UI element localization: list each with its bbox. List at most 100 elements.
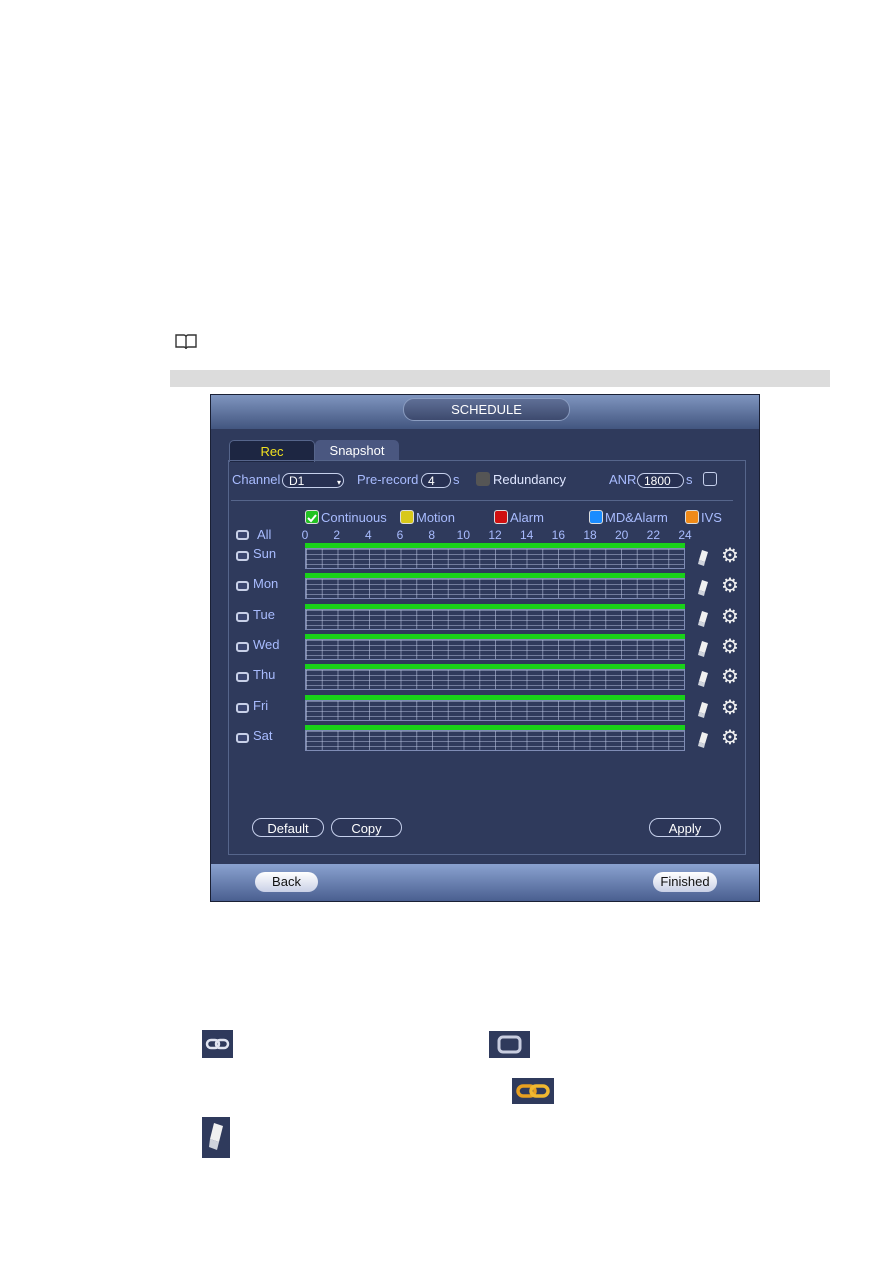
all-select-icon[interactable] [236, 530, 249, 540]
apply-button[interactable]: Apply [649, 818, 721, 837]
pencil-icon[interactable] [695, 730, 711, 750]
time-cells[interactable] [305, 578, 685, 600]
day-label: Wed [253, 636, 280, 652]
time-cells[interactable] [305, 608, 685, 630]
legend-label: Continuous [321, 510, 387, 525]
gear-icon[interactable]: ⚙ [720, 637, 740, 657]
hour-tick: 18 [583, 528, 597, 542]
divider [231, 500, 733, 501]
footer-bar: Back Finished [211, 864, 759, 901]
gear-icon[interactable]: ⚙ [720, 546, 740, 566]
time-cells[interactable] [305, 699, 685, 721]
hour-tick: 10 [456, 528, 471, 542]
anr-label: ANR [609, 472, 637, 487]
day-select-icon[interactable] [236, 641, 249, 652]
pencil-icon [202, 1117, 230, 1158]
unlinked-box-icon [489, 1031, 530, 1058]
prerecord-label: Pre-record [357, 472, 419, 487]
time-cells[interactable] [305, 669, 685, 691]
prerecord-unit: s [453, 472, 460, 487]
schedule-grid-sun[interactable] [305, 543, 685, 569]
hour-tick: 20 [615, 528, 629, 542]
time-cells[interactable] [305, 638, 685, 660]
day-label: Thu [253, 667, 276, 683]
hour-tick: 22 [646, 528, 661, 542]
legend-label: Motion [416, 510, 456, 525]
check-icon [307, 514, 317, 523]
default-button[interactable]: Default [252, 818, 324, 837]
hour-tick: 8 [428, 528, 436, 542]
anr-unit: s [686, 472, 693, 487]
schedule-grid-tue[interactable] [305, 603, 685, 630]
finished-button[interactable]: Finished [653, 872, 717, 892]
pencil-icon[interactable] [695, 609, 711, 629]
title-bar: SCHEDULE [211, 395, 759, 429]
channel-value: D1 [289, 474, 305, 488]
day-select-icon[interactable] [236, 551, 249, 561]
redundancy-label: Redundancy [493, 472, 566, 487]
tab-rec[interactable]: Rec [229, 440, 315, 462]
legend-checkbox-alarm[interactable] [494, 510, 508, 524]
gear-icon[interactable]: ⚙ [720, 607, 740, 627]
hour-tick: 24 [678, 528, 692, 542]
legend-checkbox-mdalarm[interactable] [589, 510, 603, 524]
section-bar [170, 370, 830, 387]
tab-snapshot[interactable]: Snapshot [315, 440, 399, 461]
hour-tick: 4 [364, 528, 372, 542]
legend-label: Alarm [510, 510, 544, 525]
dialog-title: SCHEDULE [403, 398, 570, 421]
back-button[interactable]: Back [255, 872, 318, 892]
schedule-grid-fri[interactable] [305, 694, 685, 721]
day-select-icon[interactable] [236, 611, 249, 622]
hour-tick: 12 [488, 528, 502, 542]
pencil-icon[interactable] [695, 578, 711, 598]
schedule-grid-thu[interactable] [305, 664, 685, 691]
legend-label: IVS [701, 510, 722, 525]
legend-checkbox-continuous[interactable] [305, 510, 319, 524]
hour-tick: 16 [551, 528, 566, 542]
day-select-icon[interactable] [236, 702, 249, 713]
gear-icon[interactable]: ⚙ [720, 667, 740, 687]
pencil-icon[interactable] [695, 548, 711, 568]
channel-select[interactable]: D1 ▾ [282, 473, 344, 488]
legend-label: MD&Alarm [605, 510, 668, 525]
time-cells[interactable] [305, 548, 685, 569]
hour-tick: 14 [520, 528, 534, 542]
schedule-grid-wed[interactable] [305, 633, 685, 660]
hour-tick: 6 [396, 528, 404, 542]
schedule-dialog: SCHEDULE Rec Snapshot Channel D1 ▾ Pre-re… [210, 394, 760, 902]
legend-checkbox-ivs[interactable] [685, 510, 699, 524]
redundancy-checkbox[interactable] [476, 472, 490, 486]
day-label: Tue [253, 606, 275, 622]
document-page: SCHEDULE Rec Snapshot Channel D1 ▾ Pre-re… [0, 0, 893, 1263]
anr-checkbox[interactable] [703, 472, 717, 486]
channel-label: Channel [232, 472, 281, 487]
day-select-icon[interactable] [236, 732, 249, 743]
pencil-icon[interactable] [695, 639, 711, 659]
chevron-down-icon: ▾ [336, 478, 341, 487]
day-select-icon[interactable] [236, 672, 249, 683]
link-active-icon [512, 1078, 554, 1104]
link-icon [202, 1030, 233, 1058]
prerecord-input[interactable]: 4 [421, 473, 451, 488]
pencil-icon[interactable] [695, 700, 711, 720]
gear-icon[interactable]: ⚙ [720, 698, 740, 718]
note-book-icon [175, 334, 197, 350]
hour-tick: 2 [333, 528, 340, 542]
legend-checkbox-motion[interactable] [400, 510, 414, 524]
day-select-icon[interactable] [236, 581, 249, 592]
day-label: Sun [253, 546, 277, 561]
copy-button[interactable]: Copy [331, 818, 402, 837]
gear-icon[interactable]: ⚙ [720, 576, 740, 596]
pencil-icon[interactable] [695, 669, 711, 689]
schedule-grid-mon[interactable] [305, 573, 685, 600]
gear-icon[interactable]: ⚙ [720, 728, 740, 748]
all-label: All [257, 527, 272, 542]
hour-tick: 0 [301, 528, 309, 542]
schedule-grid-sat[interactable] [305, 724, 685, 751]
day-label: Fri [253, 697, 269, 713]
time-cells[interactable] [305, 729, 685, 751]
day-label: Mon [253, 576, 279, 592]
anr-input[interactable]: 1800 [637, 473, 684, 488]
day-label: Sat [253, 727, 273, 743]
